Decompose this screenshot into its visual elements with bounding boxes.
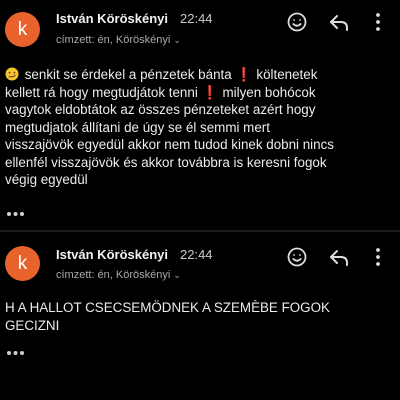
show-trimmed-content-button[interactable] (5, 209, 27, 219)
email-body: H A HALLOT CSECSEMÖDNEK A SZEMÈBE FOGOK … (5, 299, 397, 334)
show-trimmed-content-button[interactable] (5, 348, 27, 358)
exclamation-emoji-icon: ❗ (235, 67, 253, 82)
more-vertical-icon[interactable] (366, 10, 390, 34)
body-line: visszajövök egyedül akkor nem tudod kine… (5, 137, 334, 152)
recipients-label: címzett: én, Köröskényi (56, 34, 171, 46)
chevron-down-icon: ⌄ (173, 35, 181, 45)
email-message: k István Köröskényi 22:44 címzett: én, K… (0, 0, 400, 230)
chevron-down-icon: ⌄ (173, 270, 181, 280)
message-time: 22:44 (180, 247, 213, 262)
reply-icon[interactable] (327, 10, 351, 34)
recipients-toggle[interactable]: címzett: én, Köröskényi ⌄ (56, 34, 181, 46)
body-line: ellenfél visszajövök és akkor továbbra i… (5, 154, 327, 170)
emoji-reaction-icon[interactable] (285, 10, 309, 34)
email-body: senkit se érdekel a pénzetek bánta ❗ költe… (5, 66, 397, 189)
body-line: senkit se érdekel a pénzetek bánta ❗ költe… (5, 66, 397, 84)
body-line: GECIZNI (5, 317, 60, 333)
body-line: kellett rá hogy megtudjátok tenni ❗ milyen… (5, 84, 316, 100)
exclamation-emoji-icon: ❗ (201, 84, 219, 100)
recipients-label: címzett: én, Köröskényi (56, 269, 171, 281)
message-divider (0, 230, 400, 232)
sender-avatar[interactable]: k (5, 12, 40, 47)
reply-icon[interactable] (327, 245, 351, 269)
smirk-emoji-icon (5, 67, 19, 81)
message-time: 22:44 (180, 11, 213, 26)
body-line: megtudjatok állítani de úgy se él semmi … (5, 119, 270, 135)
body-line: végig egyedül (5, 172, 88, 187)
sender-name[interactable]: István Köröskényi (56, 247, 168, 262)
body-line: vagytok eldobtátok az összes pénzeteket … (5, 102, 316, 117)
body-text-segment: senkit se érdekel a pénzetek bánta (24, 67, 232, 82)
sender-avatar[interactable]: k (5, 246, 40, 281)
recipients-toggle[interactable]: címzett: én, Köröskényi ⌄ (56, 269, 181, 281)
body-line: H A HALLOT CSECSEMÖDNEK A SZEMÈBE FOGOK (5, 300, 330, 315)
email-message: k István Köröskényi 22:44 címzett: én, K… (0, 233, 400, 400)
more-vertical-icon[interactable] (366, 245, 390, 269)
sender-name[interactable]: István Köröskényi (56, 11, 168, 26)
emoji-reaction-icon[interactable] (285, 245, 309, 269)
